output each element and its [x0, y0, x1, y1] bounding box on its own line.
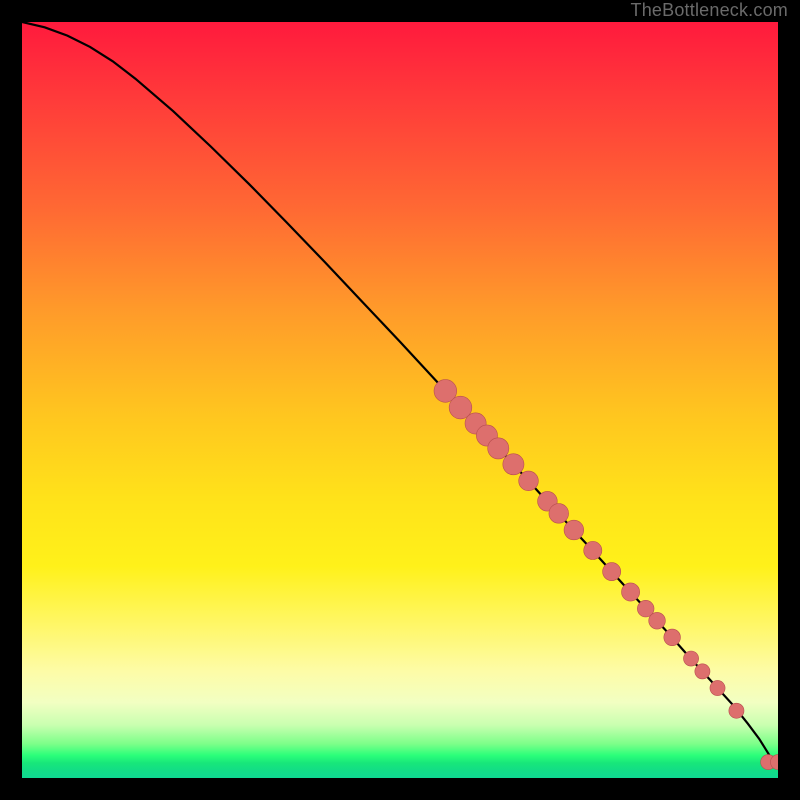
- data-dot: [503, 454, 524, 475]
- chart-stage: TheBottleneck.com: [0, 0, 800, 800]
- data-dot: [603, 563, 621, 581]
- data-dot: [684, 651, 699, 666]
- plot-area: [22, 22, 778, 778]
- data-dot: [519, 471, 539, 491]
- data-dot: [564, 520, 584, 540]
- data-dot: [695, 664, 710, 679]
- data-dot: [622, 583, 640, 601]
- data-dots: [434, 380, 778, 770]
- bottleneck-curve: [22, 22, 778, 762]
- data-dot: [584, 541, 602, 559]
- data-dot: [729, 703, 744, 718]
- data-dot: [649, 612, 666, 629]
- chart-svg: [22, 22, 778, 778]
- data-dot: [664, 629, 681, 646]
- data-dot: [488, 438, 509, 459]
- watermark-text: TheBottleneck.com: [631, 0, 788, 21]
- data-dot: [549, 504, 569, 524]
- data-dot: [710, 680, 725, 695]
